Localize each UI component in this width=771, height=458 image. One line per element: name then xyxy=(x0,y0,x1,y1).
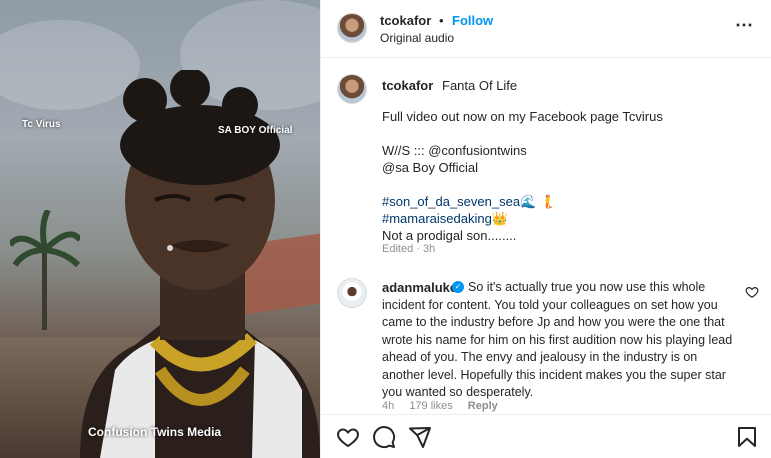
comment-like-heart-icon[interactable] xyxy=(745,285,759,299)
follow-button[interactable]: Follow xyxy=(452,13,493,28)
hashtag-link[interactable]: #mamaraisedaking👑 xyxy=(382,210,742,227)
header-separator: • xyxy=(439,13,444,28)
comment-body: So it's actually true you now use this w… xyxy=(382,279,742,402)
comment-meta: 4h 179 likes Reply xyxy=(382,400,510,412)
post-header: tcokafor • Follow Original audio ⋯ xyxy=(321,0,771,58)
post-details-panel: tcokafor • Follow Original audio ⋯ tcoka… xyxy=(320,0,771,458)
verified-badge-icon: ✓ xyxy=(452,281,464,293)
caption-line xyxy=(382,125,742,142)
caption-line: W//S ::: @confusiontwins xyxy=(382,143,527,158)
caption-body: Full video out now on my Facebook page T… xyxy=(382,108,742,244)
post-media-video[interactable]: Tc Virus SA BOY Official Confusion Twins… xyxy=(0,0,320,458)
original-audio-link[interactable]: Original audio xyxy=(380,31,454,45)
caption-mention-link[interactable]: @sa Boy Official xyxy=(382,159,742,176)
post-action-bar xyxy=(321,414,771,458)
reply-button[interactable]: Reply xyxy=(468,400,498,412)
bookmark-icon[interactable] xyxy=(735,425,759,449)
media-watermark-left: Tc Virus xyxy=(22,119,61,130)
author-username[interactable]: tcokafor xyxy=(380,13,431,28)
caption-line xyxy=(382,176,742,193)
caption-line: Not a prodigal son........ xyxy=(382,228,517,243)
comment-text: So it's actually true you now use this w… xyxy=(382,280,733,399)
caption-avatar[interactable] xyxy=(337,74,367,104)
author-avatar[interactable] xyxy=(337,13,367,43)
heart-icon[interactable] xyxy=(336,425,360,449)
commenter-avatar[interactable] xyxy=(337,278,367,308)
hashtag-link[interactable]: #son_of_da_seven_sea🌊 🧜 xyxy=(382,193,742,210)
media-watermark-right: SA BOY Official xyxy=(218,125,293,136)
comment-icon[interactable] xyxy=(372,425,396,449)
more-options-icon[interactable]: ⋯ xyxy=(735,16,754,34)
caption-title: Fanta Of Life xyxy=(442,78,518,93)
media-watermark-bottom: Confusion Twins Media xyxy=(88,425,222,439)
edited-timestamp: Edited · 3h xyxy=(382,243,436,255)
comment-time: 4h xyxy=(382,400,395,412)
commenter-username[interactable]: adanmaluke xyxy=(382,280,457,295)
share-icon[interactable] xyxy=(408,425,432,449)
caption-username[interactable]: tcokafor xyxy=(382,78,433,93)
comment-likes-count[interactable]: 179 likes xyxy=(409,400,452,412)
caption-line: Full video out now on my Facebook page T… xyxy=(382,109,663,124)
